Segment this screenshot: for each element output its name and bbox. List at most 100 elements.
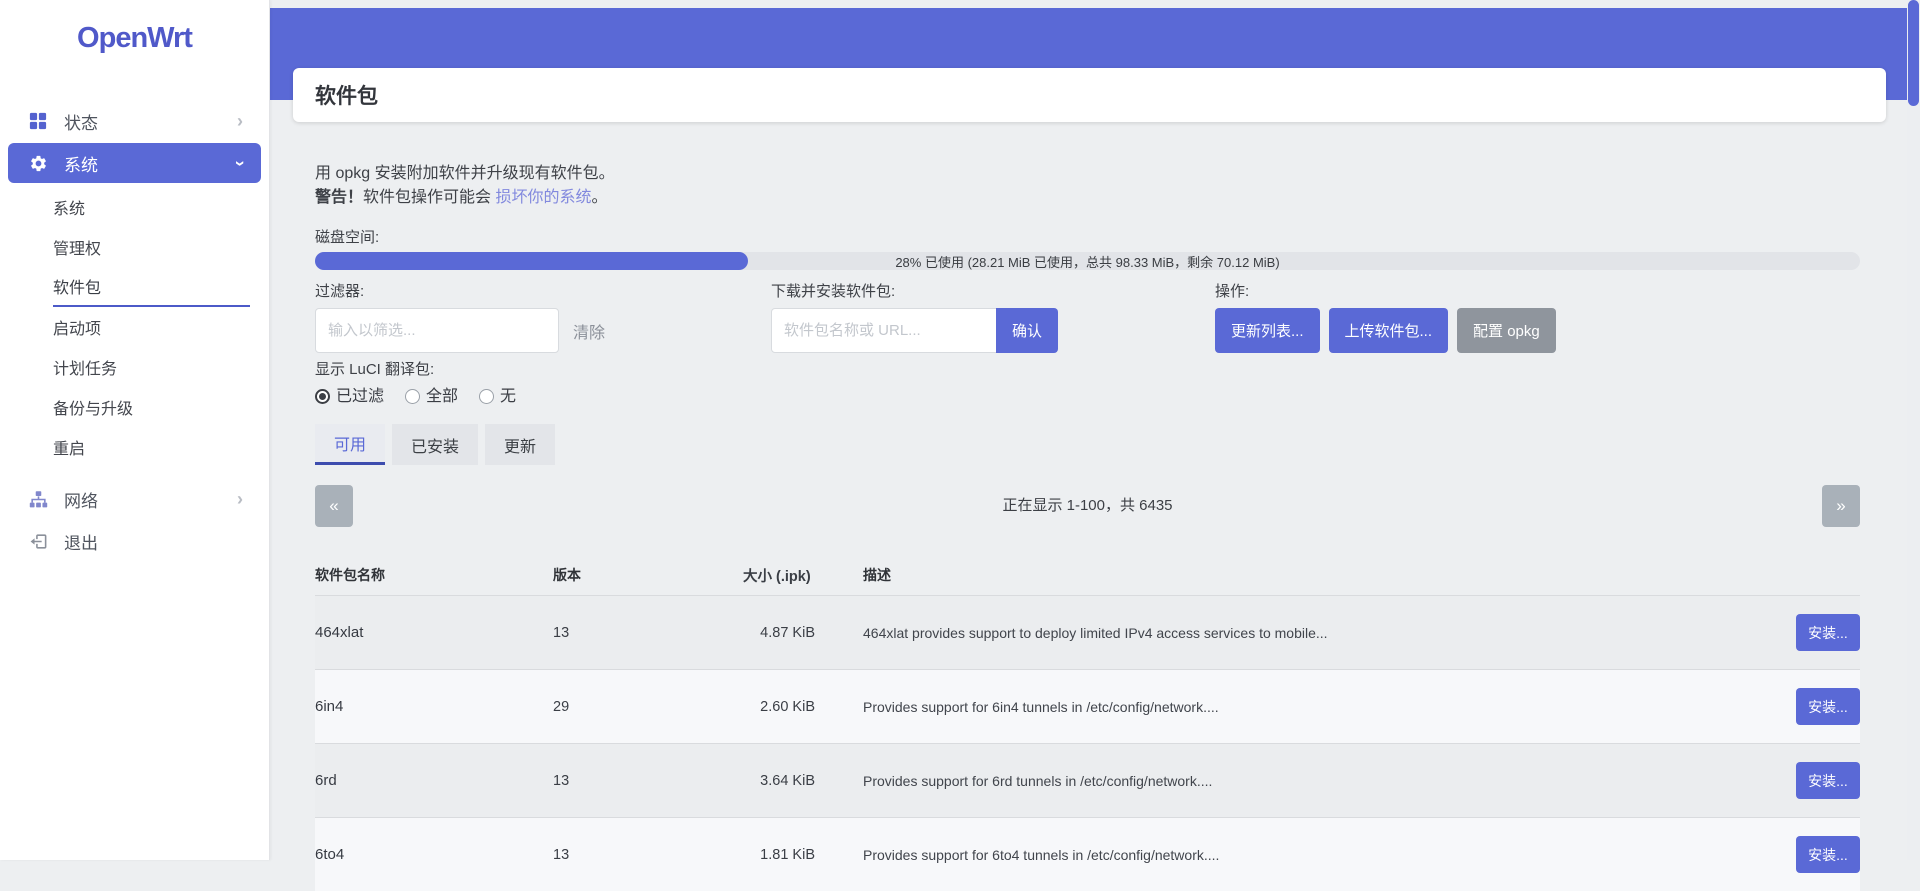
sidebar-item-software[interactable]: 软件包 [53,267,250,307]
radio-all[interactable]: 全部 [405,384,458,408]
intro-line1: 用 opkg 安装附加软件并升级现有软件包。 [315,162,1860,186]
upload-package-button[interactable]: 上传软件包... [1329,308,1449,353]
openwrt-logo: OpenWrt [0,22,269,55]
package-name: 464xlat [315,624,553,641]
pagination: « 正在显示 1-100，共 6435 » [315,485,1860,527]
package-version: 29 [553,699,743,715]
scrollbar[interactable] [1907,0,1920,860]
table-row: 464xlat 13 4.87 KiB 464xlat provides sup… [315,595,1860,669]
package-tabs: 可用 已安装 更新 [315,424,1860,465]
table-row: 6rd 13 3.64 KiB Provides support for 6rd… [315,743,1860,817]
disk-usage-text: 28% 已使用 (28.21 MiB 已使用，总共 98.33 MiB，剩余 7… [315,252,1860,270]
sidebar-item-label: 退出 [64,529,98,554]
configure-opkg-button[interactable]: 配置 opkg [1457,308,1556,353]
network-sitemap-icon [27,488,49,510]
sidebar-item-scheduled-tasks[interactable]: 计划任务 [53,347,250,387]
translations-label: 显示 LuCI 翻译包: [315,358,1860,380]
scrollbar-thumb[interactable] [1908,0,1919,106]
chevron-down-icon: › [230,160,251,166]
controls-row: 过滤器: 清除 下载并安装软件包: 确认 操作: 更新列表... 上传软件包..… [315,280,1860,355]
sidebar: OpenWrt 状态 › 系统 › 系统 管理权 软件包 启动项 计划任务 [0,0,270,860]
tab-updates[interactable]: 更新 [485,424,555,465]
package-version: 13 [553,847,743,863]
confirm-button[interactable]: 确认 [996,308,1058,353]
package-version: 13 [553,773,743,789]
content-area: 软件包 用 opkg 安装附加软件并升级现有软件包。 警告！软件包操作可能会 损… [270,0,1920,860]
package-name: 6to4 [315,846,553,863]
package-version: 13 [553,625,743,641]
col-version: 版本 [553,565,743,585]
install-button[interactable]: 安装... [1796,836,1860,873]
package-size: 1.81 KiB [743,847,815,863]
radio-button-checked[interactable] [315,389,330,404]
package-description: 464xlat provides support to deploy limit… [863,625,1750,641]
tab-installed[interactable]: 已安装 [392,424,478,465]
next-page-button[interactable]: » [1822,485,1860,527]
actions-label: 操作: [1215,280,1565,301]
sidebar-item-label: 系统 [64,151,98,176]
package-description: Provides support for 6to4 tunnels in /et… [863,847,1750,863]
table-header: 软件包名称 版本 大小 (.ipk) 描述 [315,555,1860,595]
sidebar-item-reboot[interactable]: 重启 [53,427,250,467]
sidebar-item-system-general[interactable]: 系统 [53,187,250,227]
page-body: 用 opkg 安装附加软件并升级现有软件包。 警告！软件包操作可能会 损坏你的系… [315,122,1860,860]
package-description: Provides support for 6rd tunnels in /etc… [863,773,1750,789]
package-description: Provides support for 6in4 tunnels in /et… [863,699,1750,715]
sidebar-item-label: 状态 [64,109,98,134]
sidebar-item-backup-upgrade[interactable]: 备份与升级 [53,387,250,427]
col-size: 大小 (.ipk) [743,565,815,586]
disk-space-label: 磁盘空间: [315,226,1860,248]
col-name: 软件包名称 [315,565,553,585]
radio-none[interactable]: 无 [479,384,516,408]
page-title: 软件包 [315,80,378,110]
pagination-status: 正在显示 1-100，共 6435 [315,485,1860,527]
filter-label: 过滤器: [315,280,605,301]
sidebar-item-network[interactable]: 网络 › [8,479,261,519]
disk-usage-bar: 28% 已使用 (28.21 MiB 已使用，总共 98.33 MiB，剩余 7… [315,252,1860,270]
install-button[interactable]: 安装... [1796,688,1860,725]
chevron-right-icon: › [237,489,243,510]
install-button[interactable]: 安装... [1796,762,1860,799]
page-title-card: 软件包 [293,68,1886,122]
actions-group: 操作: 更新列表... 上传软件包... 配置 opkg [1215,280,1565,353]
radio-filtered[interactable]: 已过滤 [315,384,384,408]
grid-icon [27,110,49,132]
gear-icon [27,152,49,174]
warning-bold: 警告！ [315,189,363,206]
table-row: 6to4 13 1.81 KiB Provides support for 6t… [315,817,1860,891]
download-group: 下载并安装软件包: 确认 [771,280,1058,353]
system-submenu: 系统 管理权 软件包 启动项 计划任务 备份与升级 重启 [0,187,269,467]
filter-group: 过滤器: 清除 [315,280,605,353]
sidebar-item-logout[interactable]: 退出 [8,521,261,561]
package-size: 3.64 KiB [743,773,815,789]
sidebar-item-system[interactable]: 系统 › [8,143,261,183]
download-label: 下载并安装软件包: [771,280,1058,301]
package-size: 4.87 KiB [743,625,815,641]
sidebar-item-label: 网络 [64,487,98,512]
translations-radios: 已过滤 全部 无 [315,384,1860,408]
prev-page-button[interactable]: « [315,485,353,527]
package-name: 6rd [315,772,553,789]
packages-table: 软件包名称 版本 大小 (.ipk) 描述 464xlat 13 4.87 Ki… [315,555,1860,891]
update-lists-button[interactable]: 更新列表... [1215,308,1320,353]
sidebar-item-startup[interactable]: 启动项 [53,307,250,347]
chevron-right-icon: › [237,111,243,132]
sidebar-item-administration[interactable]: 管理权 [53,227,250,267]
table-row: 6in4 29 2.60 KiB Provides support for 6i… [315,669,1860,743]
damage-system-link[interactable]: 损坏你的系统 [495,189,591,206]
package-name: 6in4 [315,698,553,715]
radio-button[interactable] [405,389,420,404]
radio-button[interactable] [479,389,494,404]
col-description: 描述 [863,565,1750,585]
package-size: 2.60 KiB [743,699,815,715]
clear-filter-button[interactable]: 清除 [573,319,605,343]
intro-warning: 警告！软件包操作可能会 损坏你的系统。 [315,186,1860,210]
sidebar-item-status[interactable]: 状态 › [8,101,261,141]
filter-input[interactable] [315,308,559,353]
logout-icon [27,530,49,552]
install-button[interactable]: 安装... [1796,614,1860,651]
sidebar-menu: 状态 › 系统 › 系统 管理权 软件包 启动项 计划任务 备份与升级 重启 [0,101,269,561]
intro-text: 用 opkg 安装附加软件并升级现有软件包。 警告！软件包操作可能会 损坏你的系… [315,162,1860,210]
package-url-input[interactable] [771,308,998,353]
tab-available[interactable]: 可用 [315,424,385,465]
